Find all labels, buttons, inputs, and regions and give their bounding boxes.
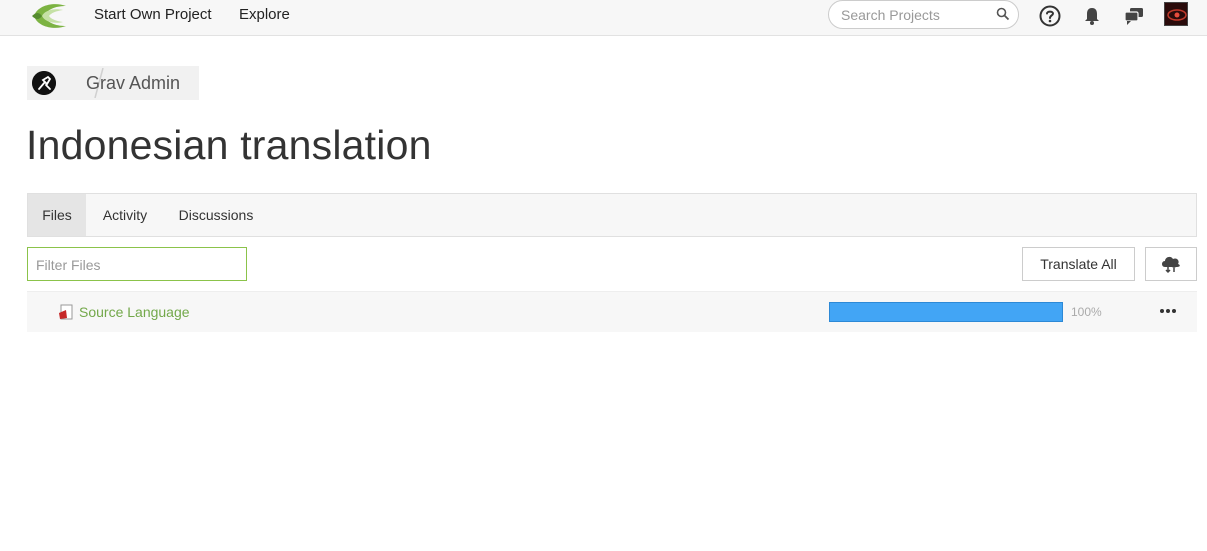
cloud-sync-button[interactable]: [1145, 247, 1197, 281]
cloud-sync-icon: [1162, 256, 1180, 274]
page-title: Indonesian translation: [26, 122, 432, 168]
help-icon[interactable]: [1038, 4, 1062, 28]
tab-discussions[interactable]: Discussions: [164, 194, 268, 236]
filter-files-box: [27, 247, 247, 281]
top-navbar: Start Own Project Explore: [0, 0, 1207, 36]
translation-progress-fill: [829, 302, 1063, 322]
user-avatar[interactable]: [1164, 2, 1188, 26]
search-icon[interactable]: [996, 7, 1010, 21]
file-name-link[interactable]: Source Language: [79, 304, 190, 320]
tab-bar: Files Activity Discussions: [27, 193, 1197, 237]
tab-files[interactable]: Files: [28, 194, 86, 236]
search-box: [828, 0, 1019, 29]
tab-activity[interactable]: Activity: [86, 194, 164, 236]
breadcrumb: Grav Admin: [27, 66, 199, 100]
nav-explore[interactable]: Explore: [239, 6, 290, 23]
translation-progress-label: 100%: [1071, 305, 1102, 319]
translation-progress-bar: [829, 302, 1063, 322]
bell-icon[interactable]: [1080, 4, 1104, 28]
file-language-icon: [59, 304, 73, 320]
filter-files-input[interactable]: [36, 256, 236, 274]
more-options-icon[interactable]: [1157, 300, 1179, 322]
breadcrumb-project[interactable]: Grav Admin: [86, 73, 180, 94]
grav-project-logo-icon[interactable]: [32, 71, 56, 95]
translate-all-button[interactable]: Translate All: [1022, 247, 1135, 281]
file-row: Source Language 100%: [27, 291, 1197, 332]
crowdin-logo-icon[interactable]: [30, 2, 68, 30]
search-input[interactable]: [841, 6, 991, 24]
avatar-image-icon: [1165, 3, 1187, 25]
chat-icon[interactable]: [1122, 4, 1146, 28]
nav-start-own-project[interactable]: Start Own Project: [94, 6, 212, 23]
